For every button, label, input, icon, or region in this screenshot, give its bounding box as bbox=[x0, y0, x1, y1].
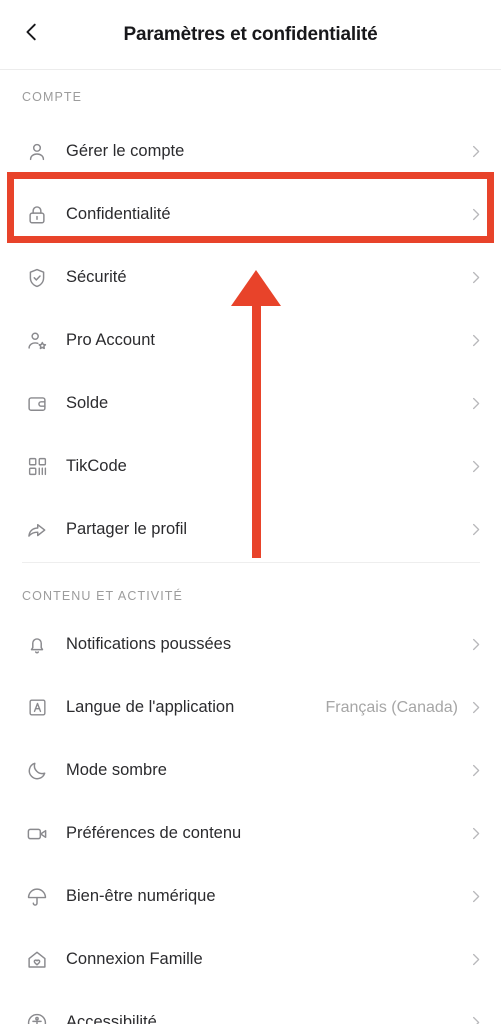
back-button[interactable] bbox=[10, 13, 54, 57]
settings-row-label: Mode sombre bbox=[66, 761, 468, 780]
chevron-right-icon bbox=[468, 763, 483, 778]
settings-row-connexion-famille[interactable]: Connexion Famille bbox=[0, 928, 501, 991]
qr-code-icon bbox=[20, 456, 54, 477]
settings-row-tikcode[interactable]: TikCode bbox=[0, 435, 501, 498]
settings-row-label: Gérer le compte bbox=[66, 142, 468, 161]
chevron-right-icon bbox=[468, 522, 483, 537]
settings-row-confidentialite[interactable]: Confidentialité bbox=[0, 183, 501, 246]
chevron-right-icon bbox=[468, 144, 483, 159]
person-star-icon bbox=[20, 330, 54, 352]
settings-row-value: Français (Canada) bbox=[326, 699, 459, 717]
moon-icon bbox=[20, 760, 54, 782]
page-title: Paramètres et confidentialité bbox=[124, 24, 378, 46]
letter-a-box-icon bbox=[20, 697, 54, 718]
settings-row-label: Bien-être numérique bbox=[66, 887, 468, 906]
settings-row-solde[interactable]: Solde bbox=[0, 372, 501, 435]
settings-row-securite[interactable]: Sécurité bbox=[0, 246, 501, 309]
settings-row-gerer-le-compte[interactable]: Gérer le compte bbox=[0, 120, 501, 183]
settings-row-label: Accessibilité bbox=[66, 1013, 468, 1024]
settings-list-account: Gérer le compte Confidentialité bbox=[0, 120, 501, 561]
section-header-account: COMPTE bbox=[0, 90, 82, 104]
settings-row-preferences-de-contenu[interactable]: Préférences de contenu bbox=[0, 802, 501, 865]
chevron-right-icon bbox=[468, 1015, 483, 1024]
settings-row-label: Préférences de contenu bbox=[66, 824, 468, 843]
chevron-right-icon bbox=[468, 889, 483, 904]
settings-row-mode-sombre[interactable]: Mode sombre bbox=[0, 739, 501, 802]
settings-row-notifications-poussees[interactable]: Notifications poussées bbox=[0, 613, 501, 676]
lock-icon bbox=[20, 204, 54, 226]
bell-icon bbox=[20, 634, 54, 656]
chevron-right-icon bbox=[468, 333, 483, 348]
chevron-right-icon bbox=[468, 270, 483, 285]
settings-row-langue-de-lapplication[interactable]: Langue de l'application Français (Canada… bbox=[0, 676, 501, 739]
chevron-right-icon bbox=[468, 700, 483, 715]
settings-row-label: Sécurité bbox=[66, 268, 468, 287]
section-header-content-activity: CONTENU ET ACTIVITÉ bbox=[0, 589, 183, 603]
settings-row-label: Connexion Famille bbox=[66, 950, 468, 969]
house-heart-icon bbox=[20, 949, 54, 971]
person-icon bbox=[20, 141, 54, 163]
app-header: Paramètres et confidentialité bbox=[0, 0, 501, 70]
settings-list-content-activity: Notifications poussées Langue de l'appli… bbox=[0, 613, 501, 1024]
chevron-right-icon bbox=[468, 826, 483, 841]
chevron-right-icon bbox=[468, 459, 483, 474]
chevron-right-icon bbox=[468, 396, 483, 411]
chevron-right-icon bbox=[468, 952, 483, 967]
umbrella-icon bbox=[20, 886, 54, 908]
chevron-left-icon bbox=[21, 21, 43, 48]
chevron-right-icon bbox=[468, 207, 483, 222]
settings-row-label: Solde bbox=[66, 394, 468, 413]
settings-row-label: Langue de l'application bbox=[66, 698, 326, 717]
chevron-right-icon bbox=[468, 637, 483, 652]
settings-row-bien-etre-numerique[interactable]: Bien-être numérique bbox=[0, 865, 501, 928]
wallet-icon bbox=[20, 393, 54, 415]
settings-row-label: Partager le profil bbox=[66, 520, 468, 539]
section-divider bbox=[22, 562, 480, 563]
shield-check-icon bbox=[20, 267, 54, 289]
settings-row-partager-le-profil[interactable]: Partager le profil bbox=[0, 498, 501, 561]
settings-row-label: Pro Account bbox=[66, 331, 468, 350]
settings-row-accessibilite[interactable]: Accessibilité bbox=[0, 991, 501, 1024]
settings-screen: Paramètres et confidentialité COMPTE Gér… bbox=[0, 0, 501, 1024]
settings-row-label: TikCode bbox=[66, 457, 468, 476]
accessibility-icon bbox=[20, 1012, 54, 1024]
video-camera-icon bbox=[20, 823, 54, 845]
settings-row-label: Notifications poussées bbox=[66, 635, 468, 654]
settings-row-pro-account[interactable]: Pro Account bbox=[0, 309, 501, 372]
settings-row-label: Confidentialité bbox=[66, 205, 468, 224]
share-arrow-icon bbox=[20, 519, 54, 541]
